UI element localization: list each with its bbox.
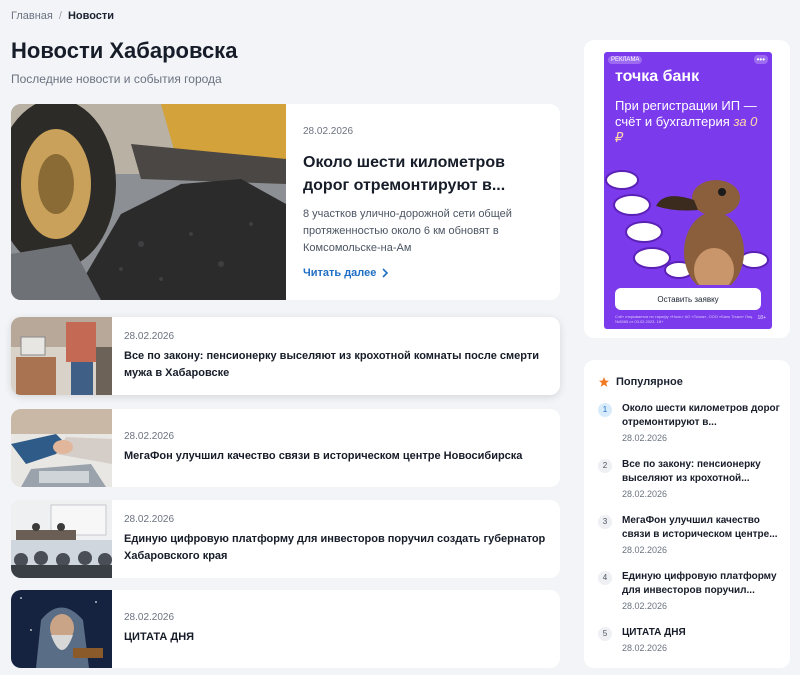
featured-news-date: 28.02.2026 xyxy=(303,126,354,137)
popular-rank: 5 xyxy=(598,627,612,641)
news-item[interactable]: 28.02.2026 ЦИТАТА ДНЯ xyxy=(11,590,560,668)
news-item-date: 28.02.2026 xyxy=(124,431,175,442)
ad-block: РЕКЛАМА ••• точка банк При регистрации И… xyxy=(584,40,790,338)
featured-news-card[interactable]: 28.02.2026 Около шести километров дорог … xyxy=(11,104,560,300)
small-room-photo[interactable] xyxy=(11,317,112,395)
popular-item-title[interactable]: Все по закону: пенсионерку выселяют из к… xyxy=(622,458,783,486)
breadcrumb: Главная / Новости xyxy=(11,10,114,22)
news-item-body: 28.02.2026 ЦИТАТА ДНЯ xyxy=(124,612,549,646)
more-options-icon[interactable]: ••• xyxy=(753,55,768,64)
read-more-link[interactable]: Читать далее xyxy=(303,267,389,279)
news-item-title[interactable]: ЦИТАТА ДНЯ xyxy=(124,629,549,646)
popular-item[interactable]: 2 Все по закону: пенсионерку выселяют из… xyxy=(598,458,783,499)
popular-item[interactable]: 5 ЦИТАТА ДНЯ 28.02.2026 xyxy=(598,626,783,653)
breadcrumb-separator: / xyxy=(58,10,62,22)
page-title: Новости Хабаровска xyxy=(11,38,238,63)
featured-news-lead: 8 участков улично-дорожной сети общей пр… xyxy=(303,208,512,254)
handshake-laptop-photo[interactable] xyxy=(11,409,112,487)
news-item-title[interactable]: МегаФон улучшил качество связи в историч… xyxy=(124,448,549,465)
ad-headline: При регистрации ИП — счёт и бухгалтерия … xyxy=(615,98,765,146)
ad-label: РЕКЛАМА xyxy=(608,56,643,64)
popular-rank: 1 xyxy=(598,403,612,417)
popular-item[interactable]: 4 Единую цифровую платформу для инвестор… xyxy=(598,570,783,611)
star-icon xyxy=(599,377,609,387)
news-item-date: 28.02.2026 xyxy=(124,612,175,623)
news-item-title[interactable]: Все по закону: пенсионерку выселяют из к… xyxy=(124,348,549,382)
platypus-coins-illustration xyxy=(605,170,769,285)
read-more-label: Читать далее xyxy=(303,267,377,279)
ad-legal-text: Счёт открывается по тарифу «Ноль» АО «То… xyxy=(615,314,754,324)
news-item-body: 28.02.2026 Все по закону: пенсионерку вы… xyxy=(124,331,549,382)
popular-item-title[interactable]: Около шести километров дорог отремонтиру… xyxy=(622,402,783,430)
popular-item-title[interactable]: ЦИТАТА ДНЯ xyxy=(622,626,783,640)
popular-item-date: 28.02.2026 xyxy=(622,545,668,555)
popular-header: Популярное xyxy=(598,376,683,388)
popular-title: Популярное xyxy=(616,376,683,388)
popular-item-date: 28.02.2026 xyxy=(622,601,668,611)
popular-widget: Популярное 1 Около шести километров доро… xyxy=(584,360,790,668)
popular-item-date: 28.02.2026 xyxy=(622,489,668,499)
chevron-right-icon xyxy=(382,268,389,278)
news-item[interactable]: 28.02.2026 Все по закону: пенсионерку вы… xyxy=(11,317,560,395)
news-item-date: 28.02.2026 xyxy=(124,514,175,525)
news-item[interactable]: 28.02.2026 Единую цифровую платформу для… xyxy=(11,500,560,578)
popular-item-date: 28.02.2026 xyxy=(622,433,668,443)
ad-brand: точка банк xyxy=(615,68,700,85)
ad-age-rating: 18+ xyxy=(757,315,766,321)
old-sage-photo[interactable] xyxy=(11,590,112,668)
popular-item-title[interactable]: Единую цифровую платформу для инвесторов… xyxy=(622,570,783,598)
breadcrumb-home-link[interactable]: Главная xyxy=(11,10,53,22)
conference-hall-photo[interactable] xyxy=(11,500,112,578)
popular-rank: 3 xyxy=(598,515,612,529)
featured-news-title[interactable]: Около шести километров дорог отремонтиру… xyxy=(303,151,543,197)
news-item[interactable]: 28.02.2026 МегаФон улучшил качество связ… xyxy=(11,409,560,487)
breadcrumb-current: Новости xyxy=(67,10,115,22)
popular-item-title[interactable]: МегаФон улучшил качество связи в историч… xyxy=(622,514,783,542)
news-item-date: 28.02.2026 xyxy=(124,331,175,342)
popular-rank: 4 xyxy=(598,571,612,585)
popular-item-date: 28.02.2026 xyxy=(622,643,668,653)
asphalt-paving-photo[interactable] xyxy=(11,104,286,300)
popular-rank: 2 xyxy=(598,459,612,473)
news-item-body: 28.02.2026 МегаФон улучшил качество связ… xyxy=(124,431,549,465)
featured-news-body: 28.02.2026 Около шести километров дорог … xyxy=(303,126,543,257)
page-subtitle: Последние новости и события города xyxy=(11,72,222,86)
news-item-title[interactable]: Единую цифровую платформу для инвесторов… xyxy=(124,531,549,565)
ad-banner[interactable]: РЕКЛАМА ••• точка банк При регистрации И… xyxy=(604,52,772,329)
news-item-body: 28.02.2026 Единую цифровую платформу для… xyxy=(124,514,549,565)
popular-item[interactable]: 3 МегаФон улучшил качество связи в истор… xyxy=(598,514,783,555)
ad-cta-button[interactable]: Оставить заявку xyxy=(615,288,761,310)
popular-item[interactable]: 1 Около шести километров дорог отремонти… xyxy=(598,402,783,443)
